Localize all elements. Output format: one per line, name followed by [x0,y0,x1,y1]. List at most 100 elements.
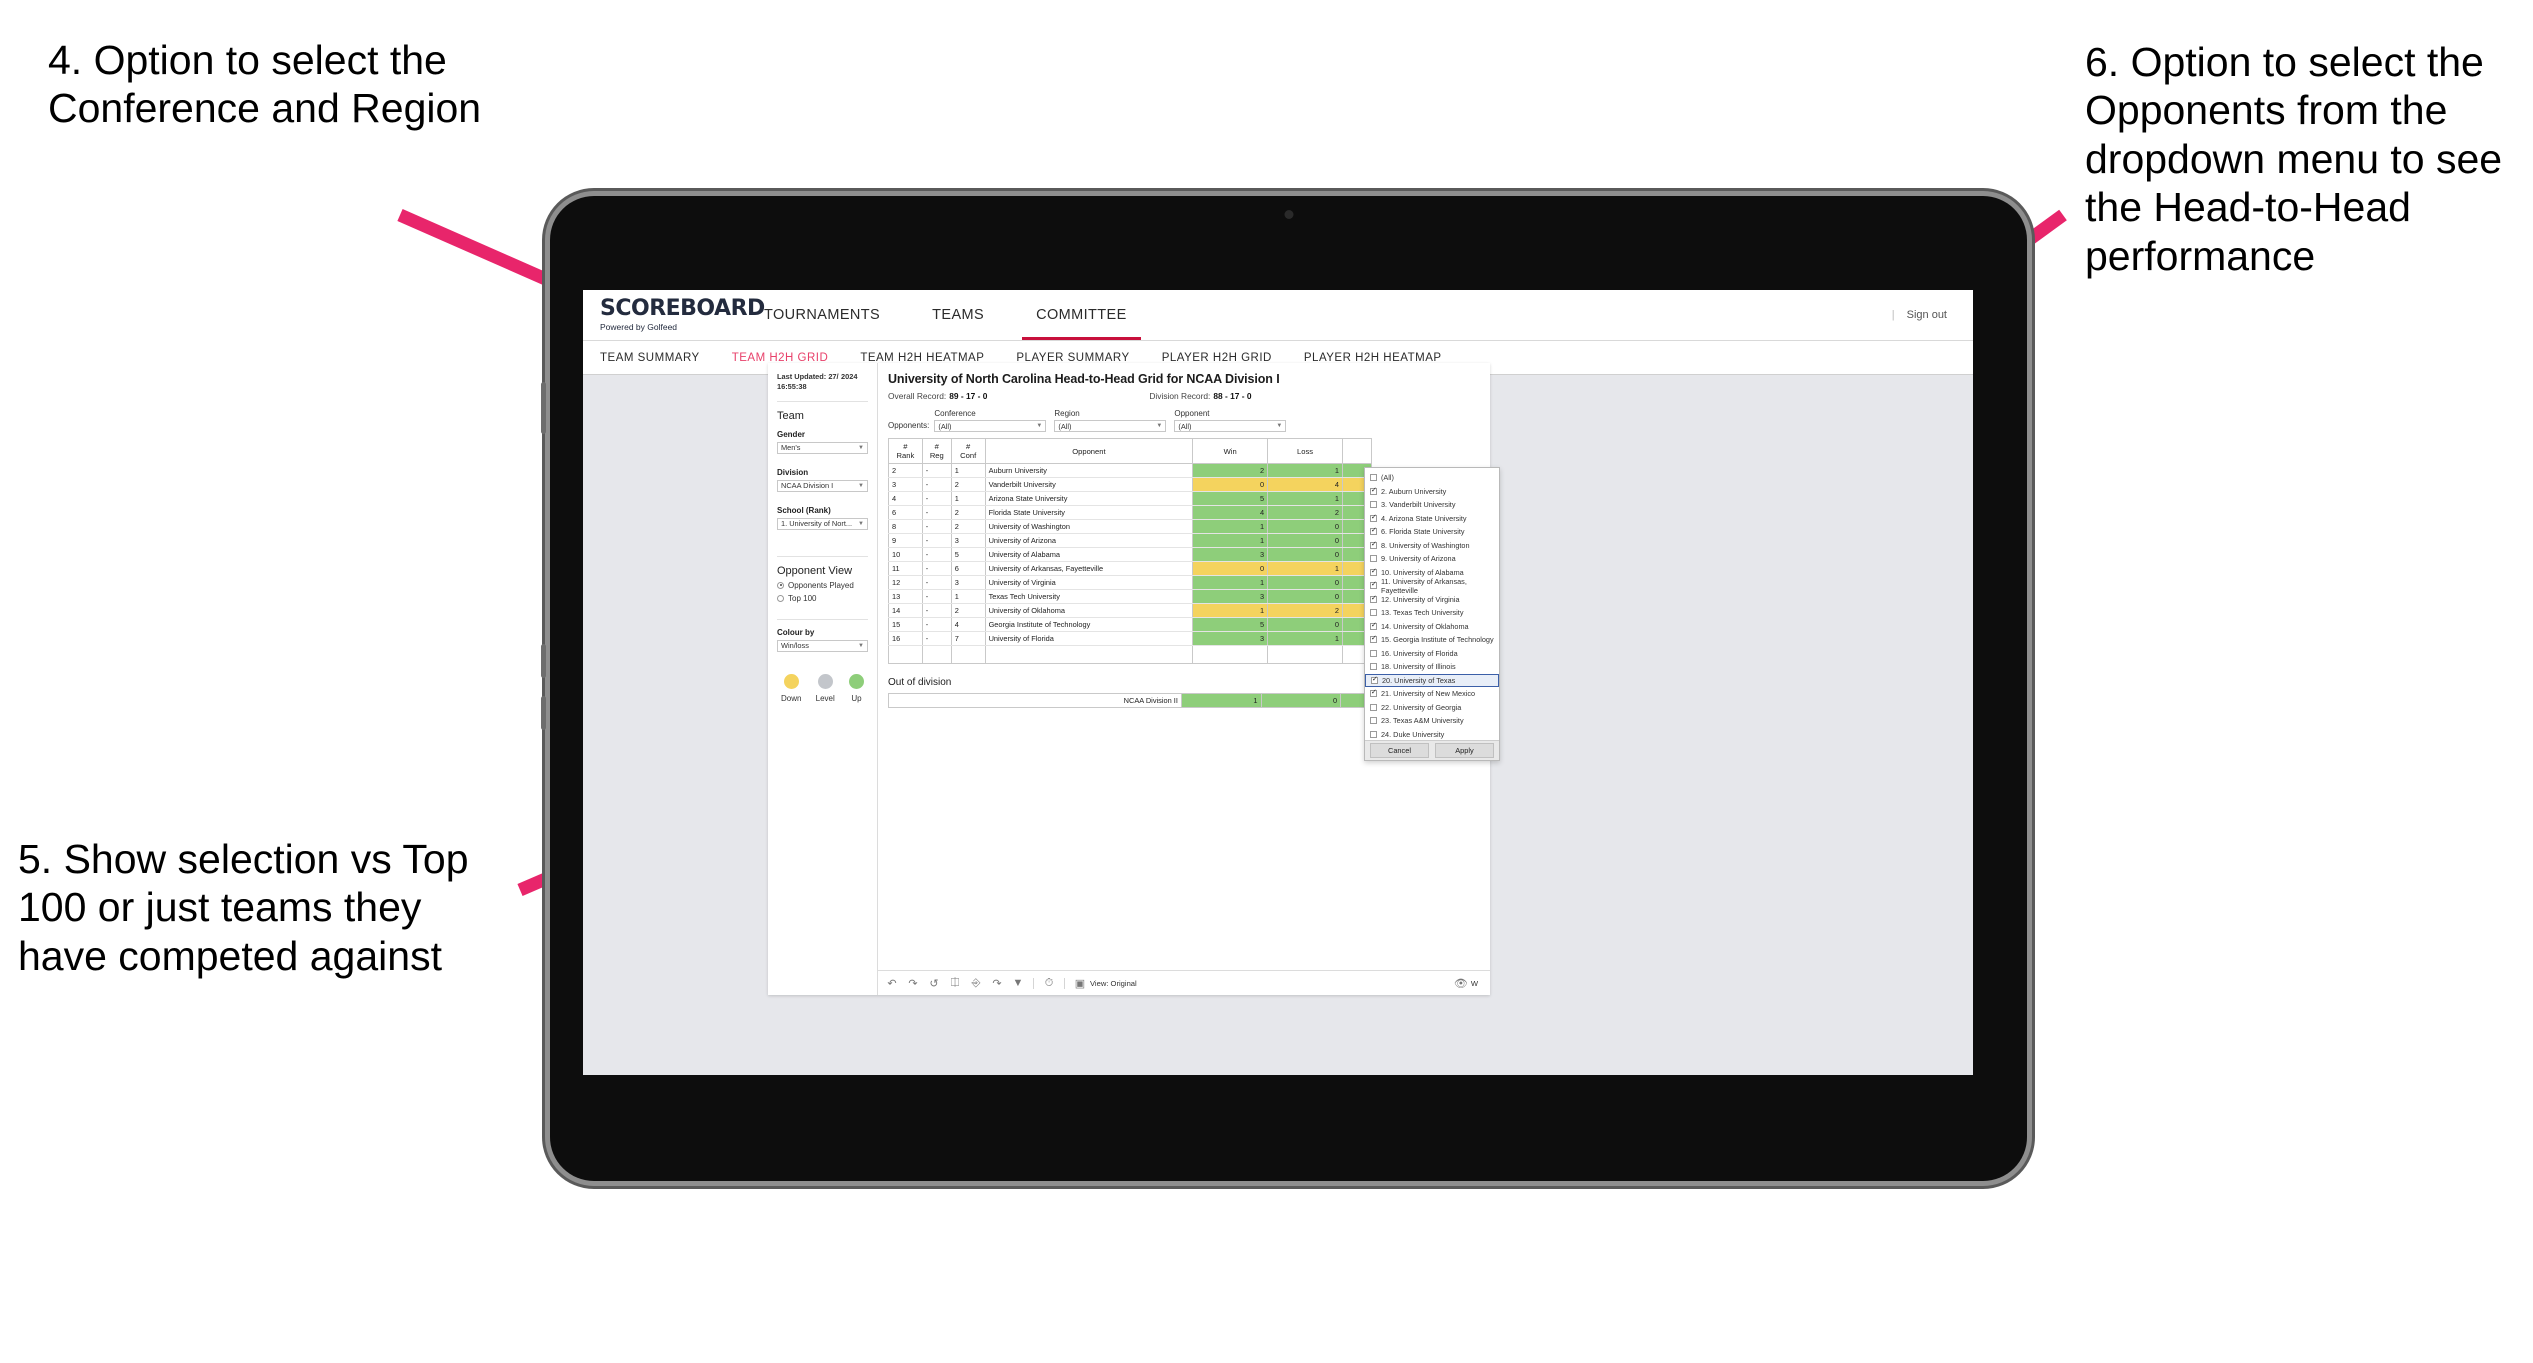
opponent-option[interactable]: 21. University of New Mexico [1365,687,1499,701]
table-row[interactable]: 8-2 University of Washington 1 0 [888,519,1373,534]
tab-player-h2h-heatmap[interactable]: PLAYER H2H HEATMAP [1304,352,1442,364]
checkbox-icon[interactable] [1370,622,1377,630]
colour-by-select[interactable]: Win/loss ▼ [777,639,868,652]
opponent-option[interactable]: 20. University of Texas [1365,673,1499,687]
opponent-option[interactable]: 6. Florida State University [1365,525,1499,539]
tab-team-summary[interactable]: TEAM SUMMARY [600,352,700,364]
checkbox-icon[interactable] [1370,609,1377,617]
pause-icon[interactable]: ⎆ [970,977,982,989]
opponent-option[interactable]: 14. University of Oklahoma [1365,620,1499,634]
table-row[interactable]: 3-2 Vanderbilt University 0 4 [888,477,1373,492]
tab-team-h2h-heatmap[interactable]: TEAM H2H HEATMAP [860,352,984,364]
tab-team-h2h-grid[interactable]: TEAM H2H GRID [732,352,829,364]
undo-icon[interactable]: ↶ [886,977,898,990]
checkbox-icon[interactable] [1370,474,1377,482]
checkbox-icon[interactable] [1370,487,1377,495]
opponent-option-list[interactable]: (All) 2. Auburn University 3. Vanderbilt U… [1365,468,1499,740]
nav-item-teams[interactable]: TEAMS [906,290,1010,340]
table-row[interactable]: 15-4 Georgia Institute of Technology 5 0 [888,617,1373,632]
col-conf[interactable]: # Conf [950,438,986,464]
opponent-option[interactable]: 16. University of Florida [1365,647,1499,661]
volume-up-button[interactable] [541,644,546,678]
school-select[interactable]: 1. University of Nort... ▼ [777,517,868,530]
checkbox-icon[interactable] [1370,582,1377,590]
opponent-option[interactable]: 13. Texas Tech University [1365,606,1499,620]
cancel-button[interactable]: Cancel [1370,743,1429,758]
checkbox-icon[interactable] [1370,555,1377,563]
col-win[interactable]: Win [1192,438,1269,464]
opponent-select[interactable]: (All) ▼ [1174,420,1287,432]
checkbox-icon[interactable] [1370,595,1377,603]
opponent-option[interactable]: 4. Arizona State University [1365,512,1499,526]
cell-blank [984,645,1194,664]
col-reg[interactable]: # Reg [921,438,952,464]
nav-item-committee[interactable]: COMMITTEE [1010,290,1153,340]
table-row[interactable]: 14-2 University of Oklahoma 1 2 [888,603,1373,618]
refresh-icon[interactable]: ⎅ [949,977,961,989]
checkbox-icon[interactable] [1371,676,1378,684]
checkbox-icon[interactable] [1370,730,1377,738]
checkbox-icon[interactable] [1370,514,1377,522]
site-logo[interactable]: SCOREBOARD Powered by Golfeed [583,298,765,333]
volume-button[interactable] [541,382,546,434]
opponent-dropdown-menu[interactable]: (All) 2. Auburn University 3. Vanderbilt U… [1364,467,1500,761]
checkbox-icon[interactable] [1370,541,1377,549]
opponent-option[interactable]: 24. Duke University [1365,728,1499,741]
opponent-option[interactable]: 15. Georgia Institute of Technology [1365,633,1499,647]
checkbox-icon[interactable] [1370,501,1377,509]
opponent-option[interactable]: 11. University of Arkansas, Fayetteville [1365,577,1499,595]
col-opponent[interactable]: Opponent [984,438,1194,464]
checkbox-icon[interactable] [1370,690,1377,698]
checkbox-icon[interactable] [1370,717,1377,725]
checkbox-icon[interactable] [1370,636,1377,644]
table-row[interactable]: 10-5 University of Alabama 3 0 [888,547,1373,562]
nav-item-tournaments[interactable]: TOURNAMENTS [738,290,906,340]
division-select[interactable]: NCAA Division I ▼ [777,479,868,492]
colour-legend: Down Level Up [777,673,868,703]
col-loss[interactable]: Loss [1267,438,1343,464]
cell-conf: 4 [950,617,986,632]
eye-icon[interactable]: 👁 [1454,977,1468,990]
col-rank[interactable]: # Rank [888,438,923,464]
table-row[interactable]: 13-1 Texas Tech University 3 0 [888,589,1373,604]
site-header: SCOREBOARD Powered by Golfeed TOURNAMENT… [583,290,1973,340]
apply-button[interactable]: Apply [1435,743,1494,758]
volume-down-button[interactable] [541,696,546,730]
gender-select[interactable]: Men's ▼ [777,441,868,454]
sign-out-link[interactable]: Sign out [1907,309,1947,321]
checkbox-icon[interactable] [1370,649,1377,657]
revert-icon[interactable]: ↺ [928,977,940,990]
table-row[interactable]: 16-7 University of Florida 3 1 [888,631,1373,646]
tab-player-summary[interactable]: PLAYER SUMMARY [1016,352,1129,364]
conference-select[interactable]: (All) ▼ [934,420,1047,432]
cell-win: 1 [1192,519,1269,534]
table-row[interactable]: 6-2 Florida State University 4 2 [888,505,1373,520]
chevron-down-icon[interactable]: ▼ [1012,977,1024,989]
clock-icon[interactable]: ⏱ [1043,977,1055,989]
table-row[interactable]: 11-6 University of Arkansas, Fayetteville… [888,561,1373,576]
radio-top-100[interactable]: Top 100 [777,594,868,603]
redo-icon[interactable]: ↷ [907,977,919,990]
checkbox-icon[interactable] [1370,568,1377,576]
checkbox-icon[interactable] [1370,528,1377,536]
opponent-option[interactable]: (All) [1365,471,1499,485]
table-row[interactable]: 9-3 University of Arizona 1 0 [888,533,1373,548]
opponent-option[interactable]: 3. Vanderbilt University [1365,498,1499,512]
opponent-option[interactable]: 8. University of Washington [1365,539,1499,553]
table-row[interactable]: 12-3 University of Virginia 1 0 [888,575,1373,590]
share-icon[interactable]: ↷ [991,977,1003,990]
opponent-option[interactable]: 23. Texas A&M University [1365,714,1499,728]
opponent-option[interactable]: 9. University of Arizona [1365,552,1499,566]
opponent-option[interactable]: 18. University of Illinois [1365,660,1499,674]
region-select[interactable]: (All) ▼ [1054,420,1167,432]
checkbox-icon[interactable] [1370,703,1377,711]
checkbox-icon[interactable] [1370,663,1377,671]
radio-opponents-played[interactable]: Opponents Played [777,581,868,590]
opponent-option[interactable]: 22. University of Georgia [1365,701,1499,715]
table-row[interactable]: 4-1 Arizona State University 5 1 [888,491,1373,506]
opponent-option[interactable]: 2. Auburn University [1365,485,1499,499]
cell-opponent: University of Virginia [984,575,1194,590]
table-row[interactable]: 2-1 Auburn University 2 1 [888,463,1373,478]
view-original-button[interactable]: ▣ View: Original [1074,977,1137,990]
tab-player-h2h-grid[interactable]: PLAYER H2H GRID [1162,352,1272,364]
